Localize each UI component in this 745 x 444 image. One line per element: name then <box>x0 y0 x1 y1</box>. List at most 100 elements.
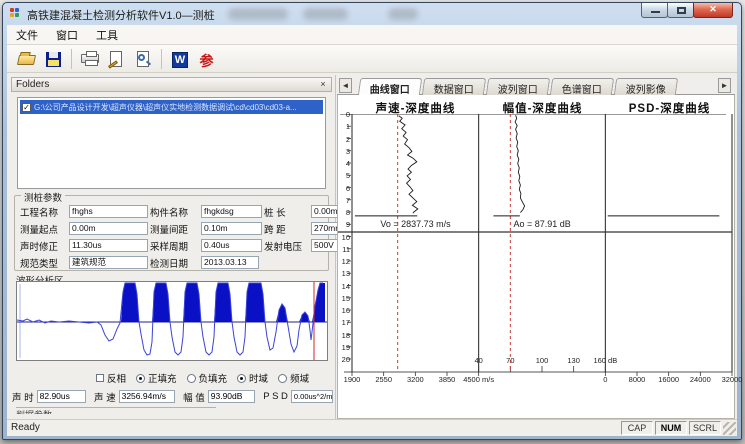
x-tick-label: 4500 m/s <box>455 375 503 384</box>
amplitude-label: 幅 值 <box>183 390 205 404</box>
menu-file[interactable]: 文件 <box>7 25 47 45</box>
tab-curve-window[interactable]: 曲线窗口 <box>358 78 423 96</box>
depth-tick-label: 7 <box>339 196 350 205</box>
velocity-annotation: Vo = 2837.73 m/s <box>352 219 479 229</box>
spacing-field[interactable]: 0.10m <box>201 222 262 235</box>
field-label: 发射电压 <box>264 239 309 253</box>
depth-tick-label: 2 <box>339 135 350 144</box>
checkbox-checked-icon[interactable]: ✓ <box>22 103 31 112</box>
time-domain-radio[interactable]: 时域 <box>237 371 268 385</box>
checkbox-icon <box>96 374 104 382</box>
spec-type-field[interactable]: 建筑规范 <box>69 256 148 269</box>
time-correction-field[interactable]: 11.30us <box>69 239 148 252</box>
redacted-area <box>388 8 418 20</box>
pile-params-grid: 工程名称 fhghs 构件名称 fhgkdsg 桩 长 0.00m 测量起点 0… <box>20 203 325 271</box>
depth-tick-label: 13 <box>339 269 350 278</box>
window-title: 高铁建混凝土检测分析软件V1.0—测桩 <box>27 7 215 23</box>
sound-time-field[interactable]: 82.90us <box>37 390 86 403</box>
tab-label: 曲线窗口 <box>370 81 410 96</box>
minimize-button[interactable] <box>641 3 668 18</box>
start-point-field[interactable]: 0.00m <box>69 222 148 235</box>
file-list-item[interactable]: ✓ G:\公司产品设计开发\超声仪器\超声仪实地检测数据调试\cd\cd03\c… <box>20 100 323 114</box>
save-icon <box>46 52 61 67</box>
depth-tick-label: 9 <box>339 220 350 229</box>
tab-wavetrain-window[interactable]: 波列窗口 <box>486 78 550 95</box>
fill-negative-radio[interactable]: 负填充 <box>187 371 228 385</box>
redacted-area <box>228 8 288 20</box>
close-icon: ✕ <box>694 4 732 15</box>
tab-spectrum-window[interactable]: 色谱窗口 <box>550 78 614 95</box>
print-button[interactable] <box>77 47 102 70</box>
client-area: Folders × ✓ G:\公司产品设计开发\超声仪器\超声仪实地检测数据调试… <box>7 73 737 419</box>
invert-checkbox[interactable]: 反相 <box>96 371 126 385</box>
freq-domain-radio[interactable]: 频域 <box>278 371 309 385</box>
project-name-field[interactable]: fhghs <box>69 205 148 218</box>
tab-scroll-right-icon[interactable]: ► <box>718 78 731 93</box>
word-export-button[interactable]: W <box>167 47 192 70</box>
depth-tick-label: 6 <box>339 184 350 193</box>
titlebar[interactable]: 高铁建混凝土检测分析软件V1.0—测桩 ✕ <box>3 3 741 25</box>
app-window: 高铁建混凝土检测分析软件V1.0—测桩 ✕ 文件 窗口 工具 W 参 Folde… <box>2 2 742 440</box>
print-preview-button[interactable] <box>131 47 156 70</box>
tab-label: 波列窗口 <box>498 81 538 96</box>
depth-tick-label: 19 <box>339 343 350 352</box>
radio-on-icon <box>237 374 246 383</box>
field-label: 桩 长 <box>264 205 309 219</box>
file-listbox[interactable]: ✓ G:\公司产品设计开发\超声仪器\超声仪实地检测数据调试\cd\cd03\c… <box>17 97 326 189</box>
chart-canvas[interactable]: 声速-深度曲线 幅值-深度曲线 PSD-深度曲线 Vo = 2837.73 m/… <box>337 95 735 419</box>
field-label: 构件名称 <box>150 205 199 219</box>
pile-params-title: 测桩参数 <box>21 190 65 204</box>
parameters-button[interactable]: 参 <box>194 47 219 70</box>
x-tick-label: 160 dB <box>581 356 629 365</box>
depth-tick-label: 0 <box>339 110 350 119</box>
num-indicator: NUM <box>655 421 687 435</box>
tab-label: 数据窗口 <box>434 81 474 96</box>
sample-period-field[interactable]: 0.40us <box>201 239 262 252</box>
redacted-area <box>303 8 348 20</box>
folders-panel-header[interactable]: Folders × <box>11 77 332 92</box>
toolbar-separator <box>71 49 72 69</box>
clipped-group-label: 判据参数 <box>16 407 216 414</box>
close-button[interactable]: ✕ <box>693 3 733 18</box>
psd-label: P S D <box>263 391 288 402</box>
open-button[interactable] <box>14 47 39 70</box>
desktop: 高铁建混凝土检测分析软件V1.0—测桩 ✕ 文件 窗口 工具 W 参 Folde… <box>0 0 745 444</box>
component-name-field[interactable]: fhgkdsg <box>201 205 262 218</box>
tab-wavetrain-image[interactable]: 波列影像 <box>614 78 678 95</box>
pile-params-group: 测桩参数 工程名称 fhghs 构件名称 fhgkdsg 桩 长 0.00m 测… <box>14 195 329 271</box>
depth-tick-label: 17 <box>339 318 350 327</box>
menu-tools[interactable]: 工具 <box>87 25 127 45</box>
depth-tick-label: 11 <box>339 245 350 254</box>
depth-tick-label: 3 <box>339 147 350 156</box>
field-label: 规范类型 <box>20 256 67 270</box>
toolbar-separator <box>161 49 162 69</box>
fill-positive-radio[interactable]: 正填充 <box>136 371 177 385</box>
depth-tick-label: 15 <box>339 294 350 303</box>
radio-on-icon <box>136 374 145 383</box>
panel-close-icon[interactable]: × <box>317 79 329 90</box>
depth-tick-label: 12 <box>339 257 350 266</box>
amplitude-annotation: Ao = 87.91 dB <box>479 219 606 229</box>
folders-title: Folders <box>16 79 49 90</box>
sound-speed-field[interactable]: 3256.94m/s <box>119 390 176 403</box>
depth-tick-label: 20 <box>339 355 350 364</box>
print-setup-button[interactable] <box>104 47 129 70</box>
invert-label: 反相 <box>107 371 126 385</box>
amplitude-field[interactable]: 93.90dB <box>208 390 256 403</box>
depth-tick-label: 10 <box>339 233 350 242</box>
open-folder-icon <box>17 55 36 65</box>
test-date-field[interactable]: 2013.03.13 <box>201 256 259 269</box>
depth-tick-label: 8 <box>339 208 350 217</box>
magnifier-icon <box>138 54 145 61</box>
save-button[interactable] <box>41 47 66 70</box>
maximize-button[interactable] <box>667 3 694 18</box>
tab-scroll-left-icon[interactable]: ◄ <box>339 78 352 93</box>
depth-tick-label: 18 <box>339 331 350 340</box>
psd-field[interactable]: 0.00us^2/m <box>291 390 333 403</box>
resize-grip-icon[interactable] <box>723 422 736 435</box>
waveform-plot[interactable] <box>16 281 328 361</box>
tab-data-window[interactable]: 数据窗口 <box>422 78 486 95</box>
depth-curve <box>515 115 525 212</box>
menu-window[interactable]: 窗口 <box>47 25 87 45</box>
field-label: 采样周期 <box>150 239 199 253</box>
